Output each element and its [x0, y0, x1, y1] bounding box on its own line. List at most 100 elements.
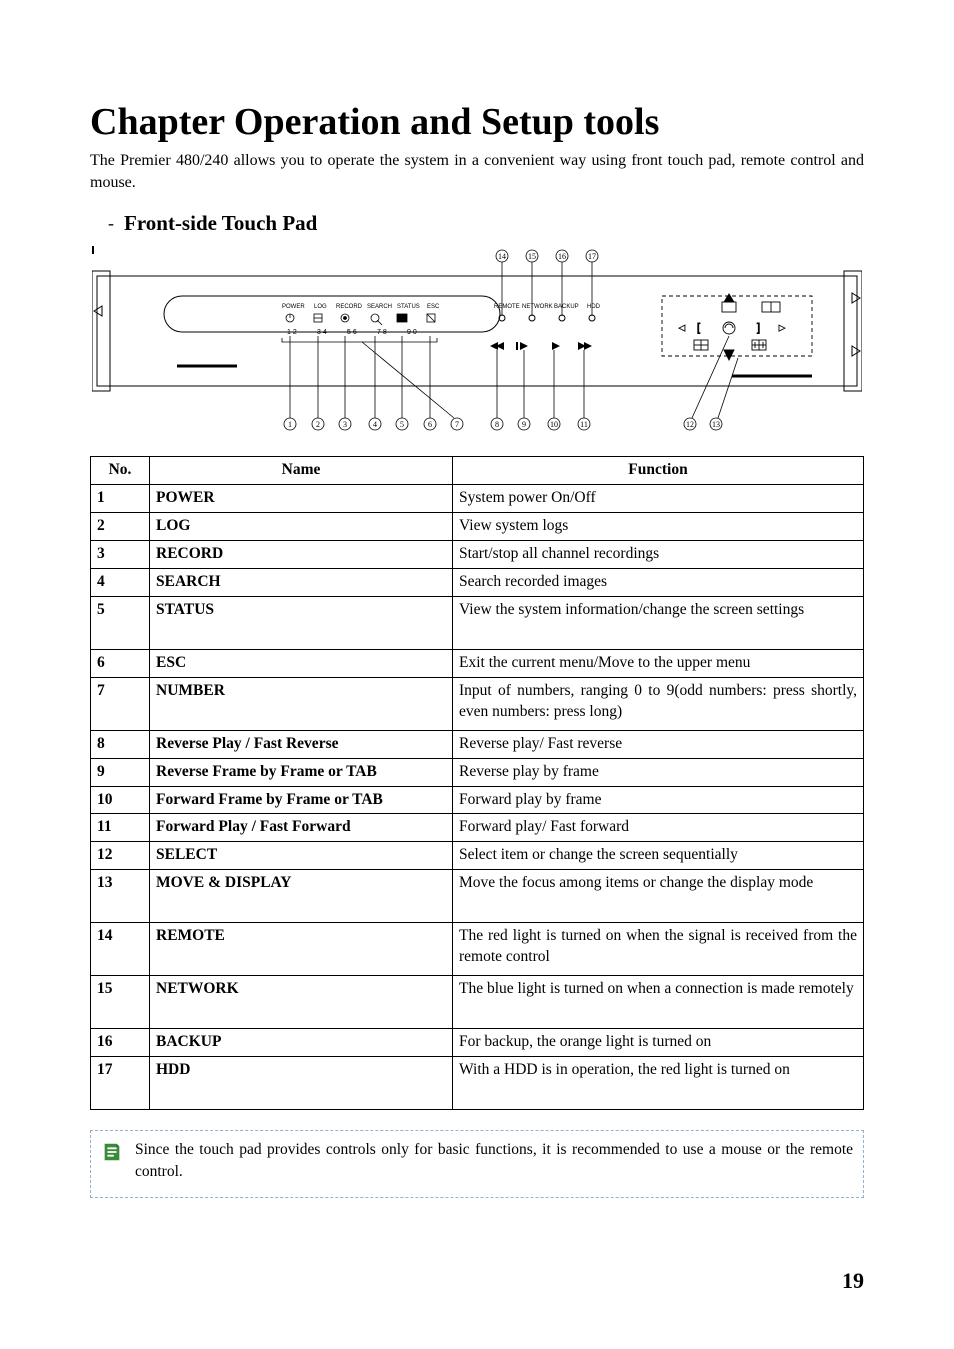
cell-name: Forward Play / Fast Forward [150, 814, 453, 842]
table-row: 8Reverse Play / Fast ReverseReverse play… [91, 730, 864, 758]
svg-text:1: 1 [288, 420, 292, 429]
svg-text:15: 15 [528, 252, 536, 261]
svg-text:RECORD: RECORD [336, 304, 363, 310]
svg-text:5: 5 [400, 420, 404, 429]
col-func: Function [453, 457, 864, 485]
cell-no: 1 [91, 485, 150, 513]
cell-name: POWER [150, 485, 453, 513]
table-row: 13MOVE & DISPLAYMove the focus among ite… [91, 870, 864, 923]
cell-func: View the system information/change the s… [453, 596, 864, 649]
cell-func: View system logs [453, 513, 864, 541]
cell-no: 6 [91, 649, 150, 677]
svg-text:LOG: LOG [314, 304, 327, 310]
cell-func: Exit the current menu/Move to the upper … [453, 649, 864, 677]
cell-func: Forward play/ Fast forward [453, 814, 864, 842]
table-row: 2LOGView system logs [91, 513, 864, 541]
svg-text:11: 11 [580, 420, 588, 429]
svg-text:13: 13 [712, 420, 720, 429]
svg-text:12: 12 [686, 420, 694, 429]
svg-text:9: 9 [522, 420, 526, 429]
cell-name: NETWORK [150, 976, 453, 1029]
callout-11: 11 [578, 350, 590, 430]
cell-name: Forward Frame by Frame or TAB [150, 786, 453, 814]
svg-text:ESC: ESC [427, 304, 440, 310]
table-row: 14REMOTEThe red light is turned on when … [91, 923, 864, 976]
front-panel-table: No. Name Function 1POWERSystem power On/… [90, 456, 864, 1110]
callout-10: 10 [548, 350, 560, 430]
cell-no: 12 [91, 842, 150, 870]
table-row: 17HDDWith a HDD is in operation, the red… [91, 1057, 864, 1110]
cell-name: SEARCH [150, 568, 453, 596]
callout-8: 8 [491, 350, 503, 430]
col-name: Name [150, 457, 453, 485]
table-row: 16BACKUPFor backup, the orange light is … [91, 1029, 864, 1057]
cell-no: 10 [91, 786, 150, 814]
svg-text:7: 7 [455, 420, 459, 429]
svg-text:16: 16 [558, 252, 566, 261]
cell-no: 4 [91, 568, 150, 596]
cell-func: Search recorded images [453, 568, 864, 596]
cell-no: 15 [91, 976, 150, 1029]
callout-9: 9 [518, 350, 530, 430]
svg-text:[: [ [697, 322, 700, 334]
cell-name: Reverse Frame by Frame or TAB [150, 758, 453, 786]
cell-func: Reverse play by frame [453, 758, 864, 786]
callout-6: 6 [424, 336, 436, 430]
cell-name: NUMBER [150, 677, 453, 730]
callout-3: 3 [339, 336, 351, 430]
cell-func: The blue light is turned on when a conne… [453, 976, 864, 1029]
cell-func: For backup, the orange light is turned o… [453, 1029, 864, 1057]
cell-no: 16 [91, 1029, 150, 1057]
cell-func: System power On/Off [453, 485, 864, 513]
cell-no: 9 [91, 758, 150, 786]
svg-text:HDD: HDD [587, 304, 601, 310]
svg-text:►: ► [777, 323, 787, 334]
table-row: 5STATUSView the system information/chang… [91, 596, 864, 649]
svg-text:STATUS: STATUS [397, 304, 420, 310]
cell-func: The red light is turned on when the sign… [453, 923, 864, 976]
cell-func: Forward play by frame [453, 786, 864, 814]
svg-text:8: 8 [495, 420, 499, 429]
cell-no: 8 [91, 730, 150, 758]
subhead-dash: - [108, 213, 114, 234]
svg-text:3: 3 [343, 420, 347, 429]
svg-text:10: 10 [550, 420, 558, 429]
svg-text:◄: ◄ [677, 323, 687, 334]
intro-paragraph: The Premier 480/240 allows you to operat… [90, 150, 864, 193]
svg-text:NETWORK: NETWORK [522, 304, 553, 310]
callout-4: 4 [369, 336, 381, 430]
table-row: 9Reverse Frame by Frame or TABReverse pl… [91, 758, 864, 786]
table-row: 3RECORDStart/stop all channel recordings [91, 540, 864, 568]
cell-func: Move the focus among items or change the… [453, 870, 864, 923]
note-box: Since the touch pad provides controls on… [90, 1130, 864, 1197]
cell-name: RECORD [150, 540, 453, 568]
note-icon [101, 1141, 123, 1163]
svg-text:6: 6 [428, 420, 432, 429]
cell-func: With a HDD is in operation, the red ligh… [453, 1057, 864, 1110]
cell-name: ESC [150, 649, 453, 677]
chapter-title: Chapter Operation and Setup tools [90, 100, 864, 144]
cell-no: 17 [91, 1057, 150, 1110]
front-panel-diagram: 14 15 16 17 [92, 246, 862, 446]
table-row: 11Forward Play / Fast ForwardForward pla… [91, 814, 864, 842]
svg-text:2: 2 [316, 420, 320, 429]
svg-text:]: ] [757, 322, 760, 334]
callout-1: 1 [284, 336, 296, 430]
cell-name: SELECT [150, 842, 453, 870]
col-no: No. [91, 457, 150, 485]
note-text: Since the touch pad provides controls on… [135, 1139, 853, 1182]
table-row: 4SEARCHSearch recorded images [91, 568, 864, 596]
cell-no: 7 [91, 677, 150, 730]
table-row: 15NETWORKThe blue light is turned on whe… [91, 976, 864, 1029]
subhead-front-touch-pad: Front-side Touch Pad [124, 211, 317, 236]
table-row: 10Forward Frame by Frame or TABForward p… [91, 786, 864, 814]
svg-text:SEARCH: SEARCH [367, 304, 392, 310]
cell-name: HDD [150, 1057, 453, 1110]
table-row: 1POWERSystem power On/Off [91, 485, 864, 513]
cell-no: 14 [91, 923, 150, 976]
cell-name: LOG [150, 513, 453, 541]
svg-text:4: 4 [373, 420, 377, 429]
svg-text:5 6: 5 6 [347, 329, 357, 336]
table-row: 12SELECTSelect item or change the screen… [91, 842, 864, 870]
cell-func: Select item or change the screen sequent… [453, 842, 864, 870]
